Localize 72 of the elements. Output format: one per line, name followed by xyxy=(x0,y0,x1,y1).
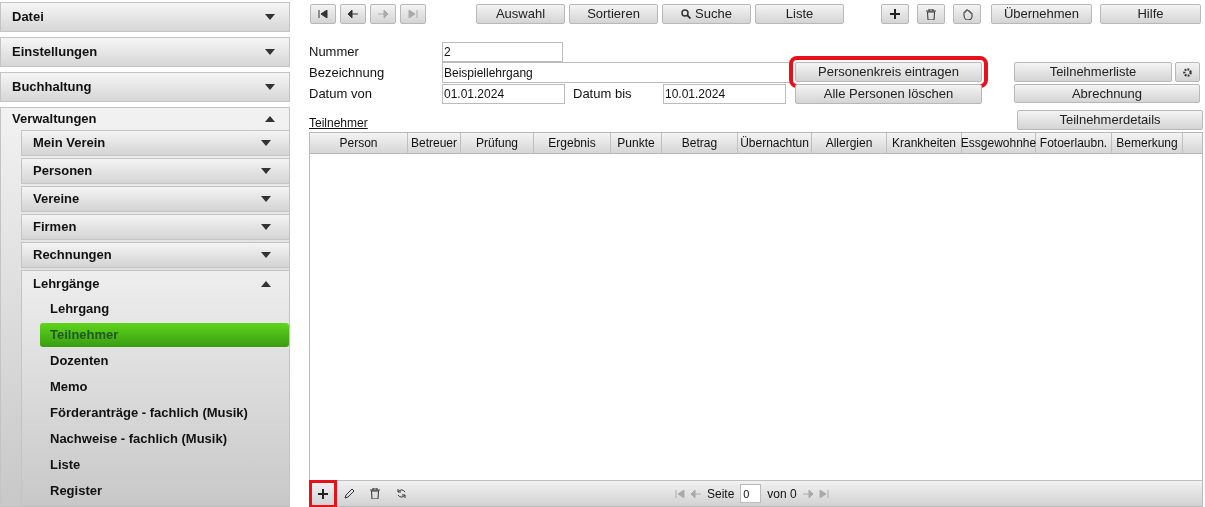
column-header[interactable]: Prüfung xyxy=(461,133,534,153)
field-label: Nummer xyxy=(309,42,360,61)
jump-last-icon xyxy=(818,489,829,498)
input-field[interactable]: Beispiellehrgang xyxy=(442,62,793,83)
nav-button[interactable] xyxy=(310,4,336,24)
jump-first-icon xyxy=(318,10,328,18)
page-label: Seite xyxy=(707,485,735,503)
column-header[interactable]: Person xyxy=(310,133,408,153)
field-label: Datum bis xyxy=(572,84,633,103)
arrow-right-icon xyxy=(802,489,813,498)
page-input[interactable]: 0 xyxy=(740,484,762,503)
arrow-left-icon xyxy=(691,489,701,498)
action-button[interactable]: Alle Personen löschen xyxy=(795,84,982,104)
column-header[interactable]: Punkte xyxy=(611,133,662,153)
column-header[interactable]: Allergien xyxy=(812,133,887,153)
group-header[interactable]: Rechnungen xyxy=(21,242,289,268)
column-header[interactable]: Fotoerlaubn. xyxy=(1036,133,1112,153)
toolbar-button[interactable]: Hilfe xyxy=(1100,4,1201,24)
nav-button[interactable] xyxy=(340,4,366,24)
action-button[interactable]: Abrechnung xyxy=(1014,84,1200,103)
column-header[interactable]: Ergebnis xyxy=(534,133,611,153)
field-label: Datum von xyxy=(309,84,373,103)
menu-item[interactable]: Lehrgang xyxy=(40,297,289,321)
section-header[interactable]: Datei xyxy=(0,2,290,32)
column-header[interactable]: Essgewohnhe xyxy=(962,133,1036,153)
group-header[interactable]: Firmen xyxy=(21,214,289,240)
section-header[interactable]: Buchhaltung xyxy=(0,72,290,102)
arrow-left-icon xyxy=(348,10,358,18)
toolbar-button[interactable]: Übernehmen xyxy=(991,4,1092,24)
icon-button[interactable] xyxy=(881,4,909,24)
settings-icon xyxy=(1183,67,1192,77)
plus-icon xyxy=(318,488,328,499)
input-field[interactable]: 2 xyxy=(442,41,563,62)
menu-item[interactable]: Dozenten xyxy=(40,349,289,373)
group-header[interactable]: Vereine xyxy=(21,186,289,212)
trash-icon xyxy=(370,488,380,499)
page-count: von 0 xyxy=(767,485,797,503)
menu-item[interactable]: Förderanträge - fachlich (Musik) xyxy=(40,401,289,425)
input-field[interactable]: 01.01.2024 xyxy=(442,83,565,104)
column-header[interactable]: Betrag xyxy=(662,133,738,153)
arrow-right-icon xyxy=(378,10,388,18)
menu-item[interactable]: Memo xyxy=(40,375,289,399)
action-button[interactable]: Teilnehmerliste xyxy=(1014,62,1172,82)
toolbar-button[interactable]: Suche xyxy=(662,4,751,24)
search-icon xyxy=(681,9,692,19)
group-header[interactable]: Lehrgänge xyxy=(22,271,289,297)
settings-button[interactable] xyxy=(1175,62,1200,82)
table-caption: Teilnehmer xyxy=(309,117,368,130)
action-button[interactable]: Teilnehmerdetails xyxy=(1017,110,1203,130)
section-header[interactable]: Einstellungen xyxy=(0,37,290,67)
refresh-icon xyxy=(395,488,407,499)
group-header[interactable]: Mein Verein xyxy=(21,130,289,156)
field-label: Bezeichnung xyxy=(309,63,386,82)
trash-icon xyxy=(926,8,936,20)
menu-item[interactable]: Register xyxy=(40,479,289,503)
menu-item[interactable]: Nachweise - fachlich (Musik) xyxy=(40,427,289,451)
column-header[interactable]: Betreuer xyxy=(408,133,461,153)
toolbar-button[interactable]: Liste xyxy=(755,4,844,24)
column-header[interactable]: Krankheiten xyxy=(887,133,962,153)
group-header[interactable]: Personen xyxy=(21,158,289,184)
toolbar-button[interactable]: Auswahl xyxy=(476,4,565,24)
plus-icon xyxy=(890,9,900,19)
input-field[interactable]: 10.01.2024 xyxy=(663,83,786,104)
pencil-icon xyxy=(343,488,355,499)
menu-item[interactable]: Liste xyxy=(40,453,289,477)
section-header[interactable]: Verwaltungen xyxy=(1,108,289,130)
jump-first-icon xyxy=(675,489,685,498)
toolbar-button[interactable]: Sortieren xyxy=(569,4,658,24)
jump-last-icon xyxy=(408,10,418,18)
column-header[interactable]: Bemerkung xyxy=(1112,133,1183,153)
column-header[interactable]: Übernachtun xyxy=(738,133,812,153)
footer-tool[interactable] xyxy=(312,482,334,505)
